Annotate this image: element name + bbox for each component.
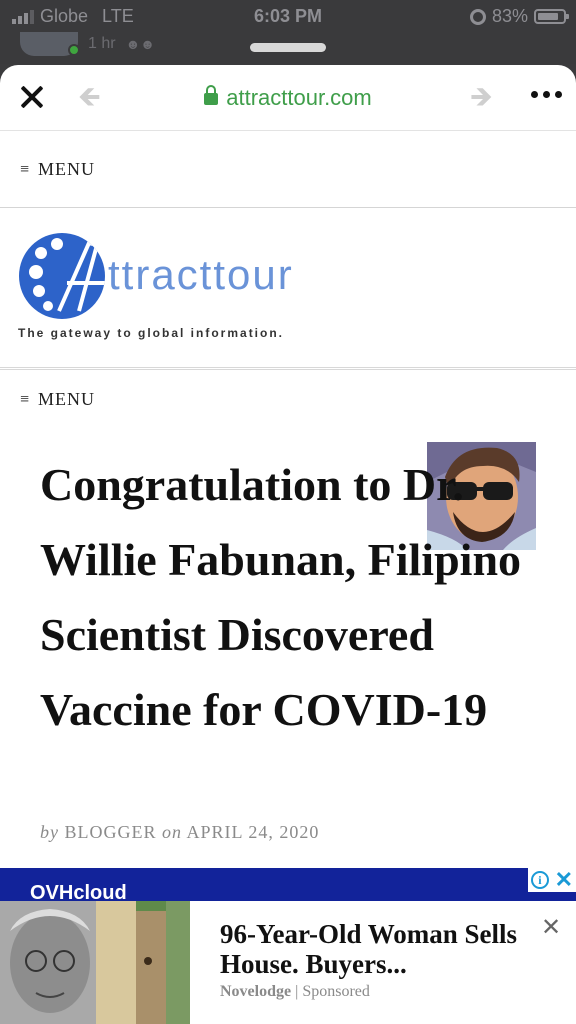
byline-author[interactable]: BLOGGER [65,822,157,842]
facebook-post-header: 1 hr ☻☻ [20,32,155,56]
ad-image-woman[interactable] [0,901,96,1024]
site-menu-top[interactable]: ≡ MENU [0,132,576,208]
battery-icon [534,9,569,24]
byline-by: by [40,822,59,842]
logo-mark-icon [19,233,105,319]
article-title: Congratulation to Dr. Willie Fabunan, Fi… [40,459,522,735]
menu-label: MENU [38,159,96,179]
lock-icon [204,85,219,105]
more-options-icon[interactable] [531,91,562,98]
byline-date: APRIL 24, 2020 [186,822,320,842]
ad-source: Novelodge | Sponsored [220,983,370,1000]
status-bar: Globe LTE 6:03 PM 83% 1 hr ☻☻ [0,0,576,64]
hamburger-icon: ≡ [20,390,31,408]
status-right: 83% [469,6,569,27]
native-ad[interactable]: 96-Year-Old Woman Sells House. Buyers...… [0,901,576,1024]
logo-wordmark: ttracttour [108,251,294,298]
sheet-grabber-handle[interactable] [250,43,326,52]
post-time: 1 hr [88,35,116,52]
online-status-icon [68,44,80,56]
ad-sponsored-label: Sponsored [302,983,370,1000]
friends-audience-icon: ☻☻ [125,36,156,52]
site-menu-bottom[interactable]: ≡ MENU [0,367,576,429]
battery-percent: 83% [491,6,528,26]
ad-headline[interactable]: 96-Year-Old Woman Sells House. Buyers... [220,919,540,979]
url-text: attracttour.com [226,85,372,110]
hamburger-icon: ≡ [20,160,31,178]
in-app-browser-sheet: 🡸 attracttour.com 🡺 ≡ MENU ttracttour Th… [0,65,576,1024]
article-byline: by BLOGGER on APRIL 24, 2020 [40,822,319,843]
ad-close-icon[interactable]: ✕ [555,869,573,891]
menu-label: MENU [38,389,96,409]
browser-toolbar: 🡸 attracttour.com 🡺 [0,65,576,131]
ad-dismiss-icon[interactable]: ✕ [541,913,561,942]
ad-banner[interactable]: OVHcloud i ✕ [0,868,576,904]
alarm-icon [469,8,486,25]
ad-choices: i ✕ [528,868,576,892]
ad-image-door[interactable] [96,901,190,1024]
forward-arrow-icon[interactable]: 🡺 [470,83,493,111]
ad-advertiser: Novelodge [220,983,292,1000]
byline-on: on [162,822,182,842]
site-logo[interactable]: ttracttour The gateway to global informa… [0,209,576,366]
ad-info-icon[interactable]: i [530,871,549,889]
site-tagline: The gateway to global information. [18,326,285,340]
avatar[interactable] [20,32,80,56]
